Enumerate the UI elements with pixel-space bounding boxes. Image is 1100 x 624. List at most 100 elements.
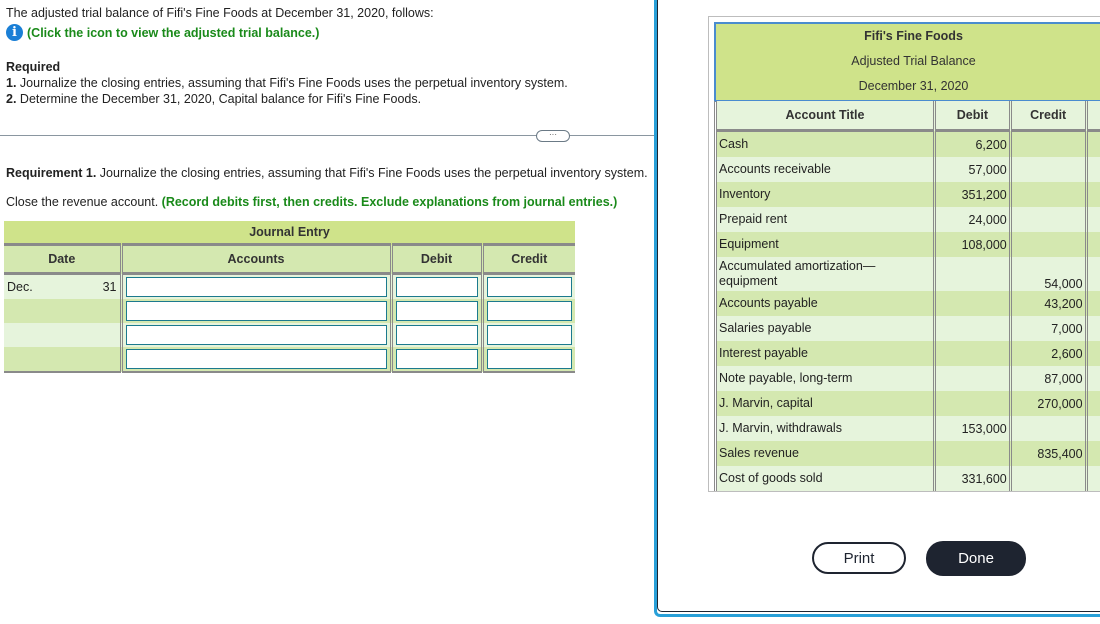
credit-input[interactable]: [486, 277, 572, 297]
debit-amount: 351,200: [932, 182, 1011, 207]
required-title: Required: [6, 60, 61, 74]
account-title: Salaries payable: [714, 316, 935, 341]
date-cell: [4, 299, 121, 323]
account-title: Note payable, long-term: [714, 366, 935, 391]
credit-input[interactable]: [486, 301, 572, 321]
account-title: Cost of goods sold: [714, 466, 935, 491]
print-button[interactable]: Print: [812, 542, 906, 574]
trial-balance-row: Accounts payable 43,200: [714, 291, 1100, 316]
debit-amount: 57,000: [932, 157, 1011, 182]
account-title: Accumulated amortization— equipment: [714, 257, 935, 291]
credit-amount: [1008, 157, 1087, 182]
statement-title: Adjusted Trial Balance: [851, 54, 976, 68]
info-link-row[interactable]: i (Click the icon to view the adjusted t…: [6, 24, 319, 41]
col-debit: Debit: [389, 244, 482, 275]
debit-input[interactable]: [395, 301, 478, 321]
info-link[interactable]: (Click the icon to view the adjusted tri…: [27, 26, 319, 40]
account-title: Prepaid rent: [714, 207, 935, 232]
debit-amount: [932, 316, 1011, 341]
requirement-1: 1. Journalize the closing entries, assum…: [6, 76, 568, 90]
account-title: Accounts receivable: [714, 157, 935, 182]
trial-balance-header: Fifi's Fine Foods Adjusted Trial Balance…: [714, 22, 1100, 102]
requirement-2-num: 2.: [6, 92, 17, 106]
date-cell: Dec. 31: [4, 273, 121, 299]
credit-input[interactable]: [486, 349, 572, 369]
question-panel: The adjusted trial balance of Fifi's Fin…: [0, 0, 656, 624]
debit-amount: [932, 291, 1011, 316]
debit-amount: 108,000: [932, 232, 1011, 257]
account-title: J. Marvin, capital: [714, 391, 935, 416]
trial-balance-row: Prepaid rent 24,000: [714, 207, 1100, 232]
journal-row: Dec. 31: [4, 273, 575, 299]
col-debit: Debit: [932, 101, 1011, 132]
account-input[interactable]: [125, 277, 387, 297]
trial-balance-row: J. Marvin, withdrawals 153,000: [714, 416, 1100, 441]
journal-row: [4, 299, 575, 323]
trial-balance-row: J. Marvin, capital 270,000: [714, 391, 1100, 416]
trial-balance-row: Cost of goods sold 331,600: [714, 466, 1100, 491]
trial-balance-row: Cash 6,200: [714, 130, 1100, 157]
date-month: Dec.: [7, 280, 33, 294]
requirement-heading-text: Journalize the closing entries, assuming…: [96, 166, 648, 180]
statement-date: December 31, 2020: [858, 79, 969, 93]
credit-amount: [1008, 182, 1087, 207]
instruction-note: (Record debits first, then credits. Excl…: [158, 195, 618, 209]
debit-amount: [932, 391, 1011, 416]
debit-input[interactable]: [395, 277, 478, 297]
requirement-1-num: 1.: [6, 76, 17, 90]
credit-amount: [1008, 130, 1087, 157]
trial-balance-table: Account Title Debit Credit Cash 6,200 Acco…: [714, 101, 1100, 491]
company-name: Fifi's Fine Foods: [864, 29, 963, 43]
instruction-line: Close the revenue account. (Record debit…: [6, 195, 617, 209]
requirement-heading: Requirement 1. Journalize the closing en…: [6, 166, 648, 180]
credit-amount: 87,000: [1008, 366, 1087, 391]
trial-balance-row: Interest payable 2,600: [714, 341, 1100, 366]
requirement-1-text: Journalize the closing entries, assuming…: [16, 76, 568, 90]
requirement-2: 2. Determine the December 31, 2020, Capi…: [6, 92, 421, 106]
trial-balance-row: Salaries payable 7,000: [714, 316, 1100, 341]
debit-amount: 153,000: [932, 416, 1011, 441]
debit-input[interactable]: [395, 325, 478, 345]
credit-amount: [1008, 232, 1087, 257]
credit-amount: 7,000: [1008, 316, 1087, 341]
journal-row: [4, 323, 575, 347]
credit-amount: 835,400: [1008, 441, 1087, 466]
credit-amount: 43,200: [1008, 291, 1087, 316]
credit-input[interactable]: [486, 325, 572, 345]
trial-balance-row: Inventory 351,200: [714, 182, 1100, 207]
account-input[interactable]: [125, 349, 387, 369]
info-icon[interactable]: i: [6, 24, 23, 41]
journal-entry-table: Journal Entry Date Accounts Debit Credit…: [4, 221, 575, 373]
debit-amount: 6,200: [932, 130, 1011, 157]
credit-amount: [1008, 416, 1087, 441]
debit-amount: 331,600: [932, 466, 1011, 491]
account-title: J. Marvin, withdrawals: [714, 416, 935, 441]
debit-amount: [932, 341, 1011, 366]
account-title: Accounts payable: [714, 291, 935, 316]
credit-amount: 54,000: [1008, 257, 1087, 291]
col-account-title: Account Title: [714, 101, 935, 132]
date-cell: [4, 347, 121, 373]
debit-amount: 24,000: [932, 207, 1011, 232]
account-input[interactable]: [125, 301, 387, 321]
date-cell: [4, 323, 121, 347]
journal-row: [4, 347, 575, 373]
done-button[interactable]: Done: [926, 541, 1026, 576]
debit-input[interactable]: [395, 349, 478, 369]
col-accounts: Accounts: [119, 244, 391, 275]
more-button[interactable]: ···: [536, 130, 570, 142]
account-input[interactable]: [125, 325, 387, 345]
account-title: Cash: [714, 130, 935, 157]
intro-text: The adjusted trial balance of Fifi's Fin…: [6, 6, 434, 20]
trial-balance-row: Note payable, long-term 87,000: [714, 366, 1100, 391]
requirement-heading-bold: Requirement 1.: [6, 166, 97, 180]
credit-amount: 2,600: [1008, 341, 1087, 366]
col-date: Date: [4, 244, 121, 275]
trial-balance-row: Accumulated amortization— equipment 54,00…: [714, 257, 1100, 291]
col-credit: Credit: [480, 244, 575, 275]
requirement-2-text: Determine the December 31, 2020, Capital…: [16, 92, 422, 106]
col-credit: Credit: [1008, 101, 1087, 132]
credit-amount: [1008, 207, 1087, 232]
journal-title: Journal Entry: [4, 221, 575, 246]
date-day: 31: [102, 280, 117, 294]
